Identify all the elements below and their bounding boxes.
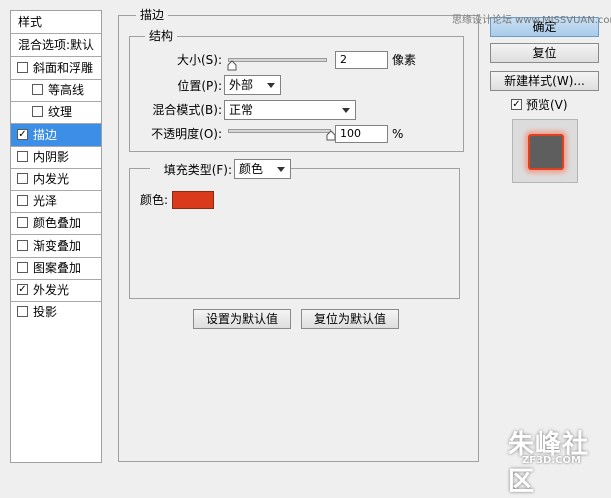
checkbox[interactable]	[17, 128, 28, 140]
opacity-slider-track[interactable]	[228, 129, 331, 133]
opacity-unit: %	[392, 127, 404, 141]
new-style-button[interactable]: 新建样式(W)...	[490, 71, 599, 91]
sidebar-item[interactable]: 内阴影	[11, 146, 101, 168]
checkbox[interactable]	[17, 306, 28, 318]
sidebar-item-label: 投影	[33, 305, 58, 320]
sidebar-item-label: 光泽	[33, 194, 58, 209]
fill-group	[129, 168, 460, 299]
position-select[interactable]: 外部	[224, 75, 281, 95]
preview-checkbox[interactable]: 预览(V)	[511, 96, 601, 114]
sidebar-item-label: 内发光	[33, 172, 70, 186]
sidebar-item-label: 描边	[33, 127, 58, 142]
chevron-down-icon	[342, 108, 350, 113]
sidebar-item-label: 图案叠加	[33, 260, 82, 275]
blend-mode-select[interactable]: 正常	[224, 100, 356, 120]
sidebar-item[interactable]: 投影	[11, 301, 101, 323]
size-slider-track[interactable]	[228, 58, 327, 62]
size-unit: 像素	[392, 53, 417, 67]
reset-button[interactable]: 复位	[490, 43, 599, 63]
styles-list-panel: 样式 混合选项:默认 斜面和浮雕等高线纹理描边内阴影内发光光泽颜色叠加渐变叠加图…	[10, 10, 102, 463]
size-slider-thumb[interactable]	[227, 60, 237, 71]
sidebar-item[interactable]: 外发光	[11, 279, 101, 301]
sidebar-item[interactable]: 斜面和浮雕	[11, 57, 101, 79]
sidebar-item-label: 斜面和浮雕	[33, 61, 94, 75]
fill-type-label: 填充类型(F):	[150, 161, 234, 179]
sidebar-item-label: 纹理	[48, 105, 73, 120]
sidebar-item-label: 颜色叠加	[33, 216, 82, 231]
sidebar-item[interactable]: 图案叠加	[11, 257, 101, 279]
size-input[interactable]: 2	[335, 51, 388, 69]
checkbox[interactable]	[17, 150, 28, 162]
sidebar-item[interactable]: 纹理	[11, 101, 101, 123]
checkbox[interactable]	[17, 173, 28, 184]
checkbox[interactable]	[32, 106, 43, 118]
fill-type-select[interactable]: 颜色	[234, 159, 291, 179]
sidebar-item[interactable]: 光泽	[11, 190, 101, 212]
set-default-button[interactable]: 设置为默认值	[193, 309, 291, 329]
sidebar-item[interactable]: 描边	[11, 123, 101, 146]
reset-default-button[interactable]: 复位为默认值	[301, 309, 399, 329]
preview-shape	[528, 134, 564, 170]
checkbox[interactable]	[17, 217, 28, 229]
color-label: 颜色:	[140, 193, 169, 207]
watermark-sub: ZF3D.COM	[522, 455, 581, 466]
sidebar-item-label: 内阴影	[33, 149, 70, 164]
sidebar-item[interactable]: 颜色叠加	[11, 212, 101, 234]
chevron-down-icon	[267, 83, 275, 88]
checkbox[interactable]	[17, 261, 28, 273]
sidebar-item-label: 渐变叠加	[33, 238, 82, 253]
checkbox[interactable]	[17, 284, 28, 295]
preview-thumbnail	[512, 119, 578, 183]
blend-mode-label: 混合模式(B):	[152, 103, 222, 117]
color-swatch[interactable]	[172, 191, 214, 209]
position-label: 位置(P):	[177, 79, 222, 93]
blend-options-item[interactable]: 混合选项:默认	[11, 34, 108, 56]
sidebar-item-label: 等高线	[48, 83, 85, 98]
site-watermark-text: 思缘设计论坛 www.MISSVUAN.com	[452, 15, 611, 26]
checkbox[interactable]	[32, 84, 43, 96]
opacity-label: 不透明度(O):	[151, 127, 222, 141]
checkbox[interactable]	[17, 62, 28, 73]
sidebar-item-label: 外发光	[33, 283, 70, 297]
structure-title: 结构	[145, 29, 178, 43]
opacity-input[interactable]: 100	[335, 125, 388, 143]
size-label: 大小(S):	[176, 53, 222, 67]
sidebar-item[interactable]: 内发光	[11, 168, 101, 190]
sidebar-item[interactable]: 等高线	[11, 79, 101, 101]
chevron-down-icon	[277, 167, 285, 172]
checkbox[interactable]	[17, 239, 28, 251]
stroke-title: 描边	[136, 8, 169, 22]
checkbox[interactable]	[17, 195, 28, 207]
checkbox[interactable]	[511, 99, 522, 110]
styles-header[interactable]: 样式	[11, 11, 108, 33]
sidebar-item[interactable]: 渐变叠加	[11, 235, 101, 257]
